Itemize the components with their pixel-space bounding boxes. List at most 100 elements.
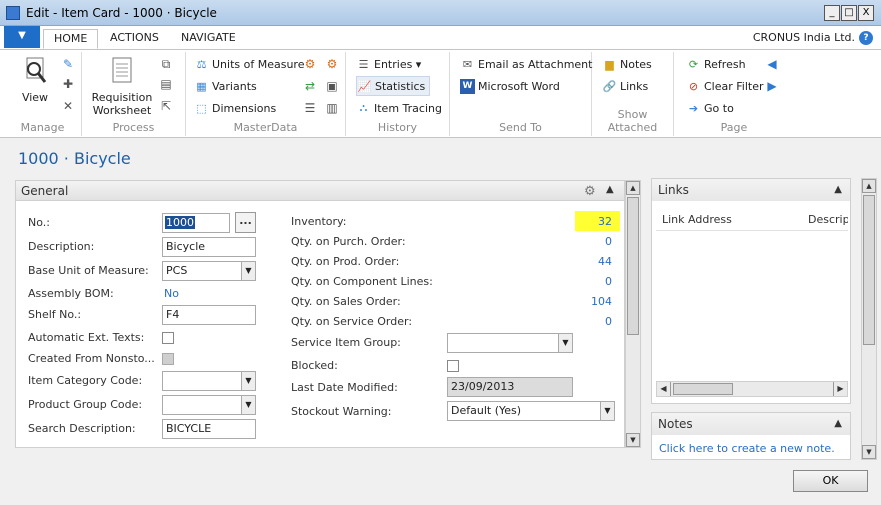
group-masterdata: ⚖ Units of Measure ▦ Variants ⬚ Dimensio… — [186, 52, 346, 136]
factbox-scroll-thumb[interactable] — [863, 195, 875, 345]
factbox-scroll-down-icon[interactable]: ▼ — [862, 445, 876, 459]
scroll-down-icon[interactable]: ▼ — [626, 433, 640, 447]
chevron-down-icon: ▼ — [600, 402, 614, 420]
ok-button[interactable]: OK — [793, 470, 868, 492]
notes-collapse-chevron-up-icon[interactable]: ▲ — [834, 418, 842, 429]
requisition-worksheet-button[interactable]: Requisition Worksheet — [90, 56, 154, 117]
no-lookup-button[interactable]: ... — [235, 212, 256, 233]
email-as-attachment-button[interactable]: ✉ Email as Attachment — [460, 54, 593, 74]
notes-header[interactable]: Notes ▲ — [652, 413, 850, 435]
inventory-value[interactable]: 32 — [552, 215, 612, 228]
qty-purch-order-value[interactable]: 0 — [552, 235, 612, 248]
search-description-input[interactable]: BICYCLE — [162, 419, 256, 439]
no-input[interactable]: 1000 — [162, 213, 230, 233]
collapse-chevron-up-icon[interactable]: ▲ — [606, 184, 614, 195]
copy-item-icon[interactable]: ⧉ — [158, 56, 174, 72]
refresh-icon: ⟳ — [688, 57, 699, 71]
main-scroll-thumb[interactable] — [627, 197, 639, 335]
base-unit-select[interactable]: PCS ▼ — [162, 261, 256, 281]
general-title: General — [21, 184, 69, 198]
links-title: Links — [658, 183, 689, 197]
share-icon[interactable]: ⇱ — [158, 98, 174, 114]
group-label-manage: Manage — [20, 121, 65, 134]
scroll-right-icon[interactable]: ▶ — [833, 382, 847, 396]
stockout-warning-select[interactable]: Default (Yes) ▼ — [447, 401, 615, 421]
units-of-measure-button[interactable]: ⚖ Units of Measure — [194, 54, 305, 74]
adjust-cost-icon[interactable]: ▤ — [158, 76, 174, 92]
chevron-down-icon: ▼ — [241, 396, 255, 414]
links-collapse-chevron-up-icon[interactable]: ▲ — [834, 184, 842, 195]
customize-gear-icon[interactable]: ⚙ — [584, 184, 596, 199]
links-button[interactable]: 🔗 Links — [602, 76, 649, 96]
refresh-button[interactable]: ⟳ Refresh — [686, 54, 746, 74]
statistics-label: Statistics — [375, 79, 426, 93]
factbox-scrollbar[interactable]: ▲ ▼ — [861, 178, 877, 460]
group-send-to: ✉ Email as Attachment W Microsoft Word S… — [450, 52, 592, 136]
translations-icon[interactable]: ⚙ — [324, 56, 340, 72]
qty-service-order-value[interactable]: 0 — [552, 315, 612, 328]
qty-purch-order-label: Qty. on Purch. Order: — [291, 235, 406, 248]
service-item-group-select[interactable]: ▼ — [447, 333, 573, 353]
assembly-bom-label: Assembly BOM: — [28, 287, 114, 300]
help-icon[interactable]: ? — [859, 31, 873, 45]
close-button[interactable]: X — [858, 5, 874, 21]
factbox-scroll-up-icon[interactable]: ▲ — [862, 179, 876, 193]
group-page: ⟳ Refresh ⊘ Clear Filter ➔ Go to ◀ ▶ Pag… — [674, 52, 794, 136]
minimize-button[interactable]: _ — [824, 5, 840, 21]
tab-home[interactable]: HOME — [43, 29, 99, 49]
create-note-link[interactable]: Click here to create a new note. — [659, 442, 835, 455]
description-label: Description: — [28, 240, 95, 253]
links-hscroll-thumb[interactable] — [673, 383, 733, 395]
tab-actions[interactable]: ACTIONS — [100, 29, 169, 49]
item-tracing-button[interactable]: ⛬ Item Tracing — [356, 98, 442, 118]
assembly-bom-link[interactable]: No — [164, 287, 179, 300]
item-category-code-select[interactable]: ▼ — [162, 371, 256, 391]
scroll-left-icon[interactable]: ◀ — [657, 382, 671, 396]
description-input[interactable]: Bicycle — [162, 237, 256, 257]
blocked-checkbox[interactable] — [447, 360, 459, 372]
email-icon: ✉ — [462, 57, 473, 71]
notes-button[interactable]: ▆ Notes — [602, 54, 652, 74]
shelf-no-input[interactable]: F4 — [162, 305, 256, 325]
created-from-nonstock-checkbox — [162, 353, 174, 365]
list-icon[interactable]: ☰ — [302, 100, 318, 116]
product-group-code-label: Product Group Code: — [28, 398, 143, 411]
next-record-icon[interactable]: ▶ — [764, 78, 780, 94]
maximize-button[interactable]: □ — [841, 5, 857, 21]
entries-button[interactable]: ☰ Entries ▾ — [356, 54, 422, 74]
qty-prod-order-value[interactable]: 44 — [552, 255, 612, 268]
main-scrollbar[interactable]: ▲ ▼ — [625, 180, 641, 448]
new-icon[interactable]: ✚ — [60, 76, 76, 92]
qty-sales-order-value[interactable]: 104 — [552, 295, 612, 308]
cross-references-icon[interactable]: ⇄ — [302, 78, 318, 94]
links-header[interactable]: Links ▲ — [652, 179, 850, 201]
barcode-icon[interactable]: ▥ — [324, 100, 340, 116]
group-label-masterdata: MasterData — [233, 121, 298, 134]
variants-button[interactable]: ▦ Variants — [194, 76, 256, 96]
file-menu-button[interactable]: ▼ — [4, 26, 40, 48]
variants-icon: ▦ — [196, 79, 207, 93]
previous-record-icon[interactable]: ◀ — [764, 56, 780, 72]
edit-icon[interactable]: ✎ — [60, 56, 76, 72]
substitutions-icon[interactable]: ⚙ — [302, 56, 318, 72]
view-button[interactable]: View — [18, 56, 52, 104]
general-header[interactable]: General ⚙ ▲ — [16, 181, 624, 201]
delete-icon[interactable]: ✕ — [60, 98, 76, 114]
notes-title: Notes — [658, 417, 693, 431]
picture-icon[interactable]: ▣ — [324, 78, 340, 94]
auto-ext-texts-checkbox[interactable] — [162, 332, 174, 344]
links-hscrollbar[interactable]: ◀ ▶ — [656, 381, 848, 397]
link-address-column[interactable]: Link Address — [662, 213, 732, 226]
scroll-up-icon[interactable]: ▲ — [626, 181, 640, 195]
dimensions-button[interactable]: ⬚ Dimensions — [194, 98, 276, 118]
qty-component-lines-value[interactable]: 0 — [552, 275, 612, 288]
statistics-button[interactable]: 📈 Statistics — [356, 76, 431, 96]
go-to-button[interactable]: ➔ Go to — [686, 98, 734, 118]
tab-navigate[interactable]: NAVIGATE — [171, 29, 246, 49]
clear-filter-button[interactable]: ⊘ Clear Filter — [686, 76, 764, 96]
group-label-show-attached: Show Attached — [607, 108, 658, 134]
product-group-code-select[interactable]: ▼ — [162, 395, 256, 415]
link-description-column[interactable]: Descripti — [808, 213, 848, 226]
ribbon: ▼ HOME ACTIONS NAVIGATE CRONUS India Ltd… — [0, 26, 881, 138]
microsoft-word-button[interactable]: W Microsoft Word — [460, 76, 560, 96]
